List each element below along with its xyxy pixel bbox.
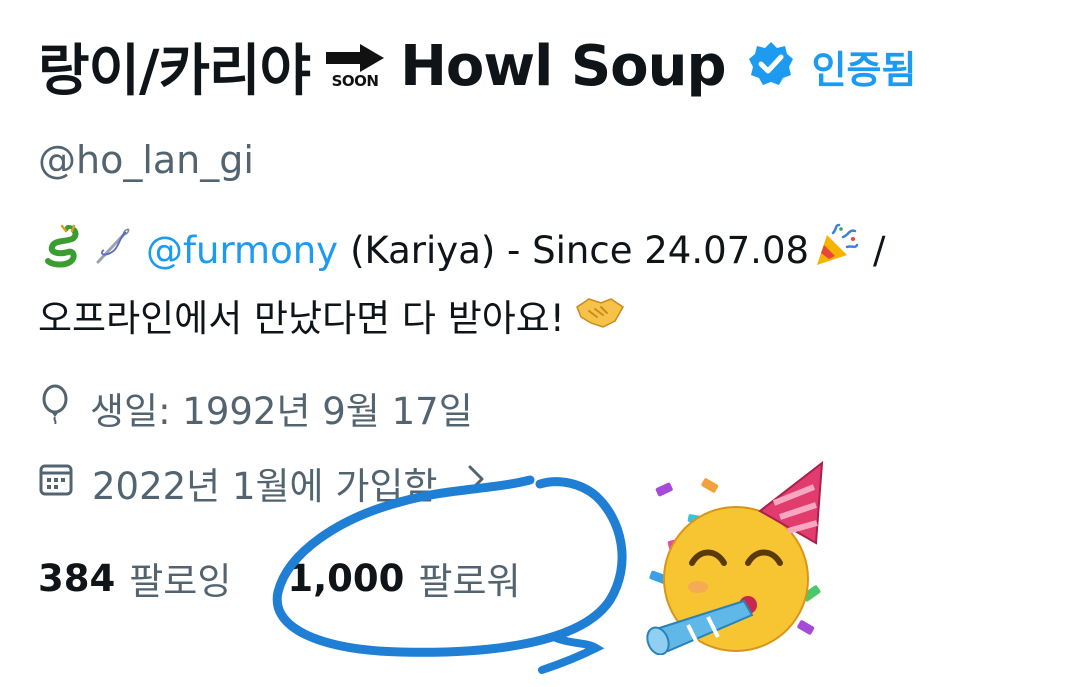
following-link[interactable]: 384 팔로잉	[38, 551, 231, 605]
calendar-icon	[38, 461, 74, 506]
profile-handle: @ho_lan_gi	[38, 138, 254, 182]
soon-label: SOON	[331, 72, 379, 90]
bio-line-2: 오프라인에서 만났다면 다 받아요!	[38, 287, 629, 343]
soon-arrow-icon: SOON	[324, 42, 386, 90]
birthday-text: 생일: 1992년 9월 17일	[90, 390, 473, 433]
partying-face-emoji-icon	[646, 460, 824, 655]
bio-mention-link[interactable]: @furmony	[146, 229, 338, 272]
display-name-part2: Howl Soup	[400, 33, 727, 99]
following-count: 384	[38, 556, 116, 600]
dragon-emoji-icon	[42, 224, 82, 277]
balloon-icon	[38, 384, 72, 433]
bio-text: (Kariya) - Since 24.07.08	[350, 228, 810, 272]
display-name-part1: 랑이/카리야	[38, 38, 311, 104]
sewing-needle-emoji-icon	[90, 224, 134, 277]
bio-line-1: @furmony (Kariya) - Since 24.07.08 /	[38, 222, 886, 278]
following-label: 팔로잉	[129, 560, 232, 603]
bio-text-line-2: 오프라인에서 만났다면 다 받아요!	[38, 297, 565, 340]
bio-slash: /	[873, 228, 886, 272]
birthday-row: 생일: 1992년 9월 17일	[38, 380, 473, 436]
party-popper-emoji-icon	[813, 223, 859, 278]
handshake-emoji-icon	[575, 291, 625, 340]
display-name-row: 랑이/카리야 SOON Howl Soup 인증됨	[38, 26, 916, 106]
hand-drawn-circle-annotation	[272, 475, 627, 674]
verified-badge-icon[interactable]	[748, 41, 794, 91]
verified-label[interactable]: 인증됨	[812, 39, 917, 94]
